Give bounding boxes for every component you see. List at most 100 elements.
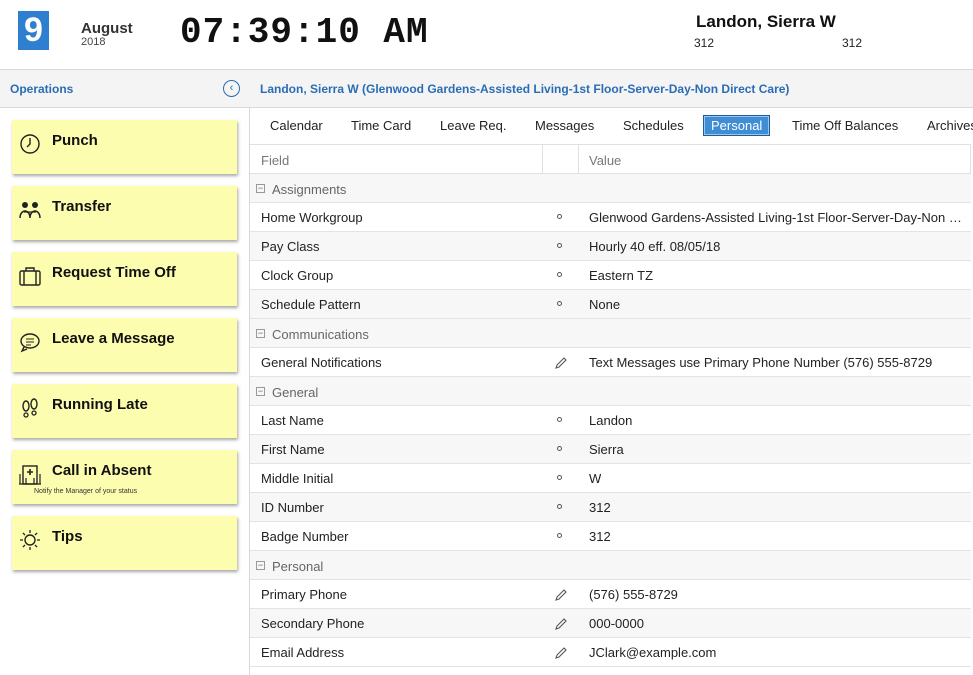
call-in-absent-button[interactable]: Call in Absent Notify the Manager of you…: [12, 450, 237, 504]
employee-badge: 312: [842, 36, 863, 50]
row-value: (576) 555-8729: [589, 587, 678, 602]
pencil-icon[interactable]: [553, 587, 569, 603]
table-row: ID Number 312: [250, 493, 971, 522]
readonly-dot-icon: [557, 504, 562, 509]
clock-icon: [20, 134, 40, 154]
sidebar: Punch Transfer Request Time Off Leave a …: [0, 108, 250, 675]
leave-message-button[interactable]: Leave a Message: [12, 318, 237, 372]
group-label: Personal: [272, 559, 324, 574]
readonly-dot-icon: [557, 214, 562, 219]
column-header-value[interactable]: Value: [589, 153, 621, 168]
row-value: Landon: [589, 413, 633, 428]
personal-grid: Field Value − Assignments Home Workgroup…: [250, 144, 971, 667]
punch-label: Punch: [52, 132, 98, 149]
row-value: Hourly 40 eff. 08/05/18: [589, 239, 721, 254]
table-row: Secondary Phone 000-0000: [250, 609, 971, 638]
table-row: Badge Number 312: [250, 522, 971, 551]
column-divider: [970, 145, 971, 175]
group-label: Assignments: [272, 182, 347, 197]
table-row: Schedule Pattern None: [250, 290, 971, 319]
row-field: General Notifications: [261, 355, 382, 370]
pencil-icon[interactable]: [553, 355, 569, 371]
running-late-label: Running Late: [52, 396, 148, 413]
tab-time-off-balances[interactable]: Time Off Balances: [792, 118, 898, 133]
call-in-absent-label: Call in Absent: [52, 462, 152, 479]
suitcase-icon: [19, 267, 41, 286]
footprints-icon: [22, 398, 38, 418]
date-day-badge: 9: [18, 11, 49, 50]
pencil-icon[interactable]: [553, 645, 569, 661]
row-value: 312: [589, 500, 611, 515]
top-header: 9 August 2018 07:39:10 AM Landon, Sierra…: [0, 0, 973, 70]
readonly-dot-icon: [557, 301, 562, 306]
transfer-button[interactable]: Transfer: [12, 186, 237, 240]
group-label: General: [272, 385, 319, 400]
row-value: Sierra: [589, 442, 624, 457]
collapse-toggle-icon[interactable]: −: [256, 387, 265, 396]
row-value: None: [589, 297, 621, 312]
request-time-off-button[interactable]: Request Time Off: [12, 252, 237, 306]
row-field: Secondary Phone: [261, 616, 365, 631]
main-panel: Calendar Time Card Leave Req. Messages S…: [250, 108, 973, 675]
row-field: Clock Group: [261, 268, 334, 283]
row-value: JClark@example.com: [589, 645, 717, 660]
hospital-icon: [19, 465, 41, 485]
running-late-button[interactable]: Running Late: [12, 384, 237, 438]
row-value: Eastern TZ: [589, 268, 654, 283]
group-personal: − Personal: [250, 551, 971, 580]
readonly-dot-icon: [557, 417, 562, 422]
tab-bar: Calendar Time Card Leave Req. Messages S…: [250, 108, 973, 144]
employee-id: 312: [694, 36, 715, 50]
tab-messages[interactable]: Messages: [535, 118, 594, 133]
table-row: First Name Sierra: [250, 435, 971, 464]
collapse-toggle-icon[interactable]: −: [256, 329, 265, 338]
table-row: Pay Class Hourly 40 eff. 08/05/18: [250, 232, 971, 261]
row-value: Text Messages use Primary Phone Number (…: [589, 355, 933, 370]
row-field: Primary Phone: [261, 587, 347, 602]
speech-bubble-icon: [20, 333, 40, 353]
row-field: Home Workgroup: [261, 210, 363, 225]
chevron-left-icon[interactable]: ‹: [223, 80, 240, 97]
collapse-toggle-icon[interactable]: −: [256, 184, 265, 193]
readonly-dot-icon: [557, 272, 562, 277]
tab-calendar[interactable]: Calendar: [270, 118, 323, 133]
row-value: W: [589, 471, 602, 486]
group-assignments: − Assignments: [250, 174, 971, 203]
clock-time: 07:39:10 AM: [180, 12, 429, 53]
punch-button[interactable]: Punch: [12, 120, 237, 174]
column-divider: [578, 145, 579, 175]
tab-archives[interactable]: Archives: [927, 118, 973, 133]
tips-button[interactable]: Tips: [12, 516, 237, 570]
tab-leave-req[interactable]: Leave Req.: [440, 118, 507, 133]
readonly-dot-icon: [557, 533, 562, 538]
row-field: Last Name: [261, 413, 324, 428]
date-year: 2018: [81, 36, 106, 48]
breadcrumb: Landon, Sierra W (Glenwood Gardens-Assis…: [260, 82, 790, 96]
group-general: − General: [250, 377, 971, 406]
table-row: General Notifications Text Messages use …: [250, 348, 971, 377]
table-row: Primary Phone (576) 555-8729: [250, 580, 971, 609]
table-row: Middle Initial W: [250, 464, 971, 493]
readonly-dot-icon: [557, 243, 562, 248]
tab-time-card[interactable]: Time Card: [351, 118, 411, 133]
row-value: Glenwood Gardens-Assisted Living-1st Flo…: [589, 210, 964, 225]
tips-label: Tips: [52, 528, 83, 545]
row-value: 000-0000: [589, 616, 644, 631]
transfer-label: Transfer: [52, 198, 112, 215]
request-time-off-label: Request Time Off: [52, 264, 176, 281]
pencil-icon[interactable]: [553, 616, 569, 632]
collapse-toggle-icon[interactable]: −: [256, 561, 265, 570]
section-label[interactable]: Operations: [10, 82, 73, 96]
row-field: Schedule Pattern: [261, 297, 361, 312]
row-field: Badge Number: [261, 529, 349, 544]
row-field: Pay Class: [261, 239, 320, 254]
table-row: Last Name Landon: [250, 406, 971, 435]
column-header-field[interactable]: Field: [261, 153, 289, 168]
row-field: Email Address: [261, 645, 345, 660]
row-field: Middle Initial: [261, 471, 334, 486]
tab-schedules[interactable]: Schedules: [623, 118, 684, 133]
row-field: First Name: [261, 442, 325, 457]
group-label: Communications: [272, 327, 369, 342]
tab-personal[interactable]: Personal: [703, 115, 771, 136]
column-divider: [542, 145, 543, 175]
